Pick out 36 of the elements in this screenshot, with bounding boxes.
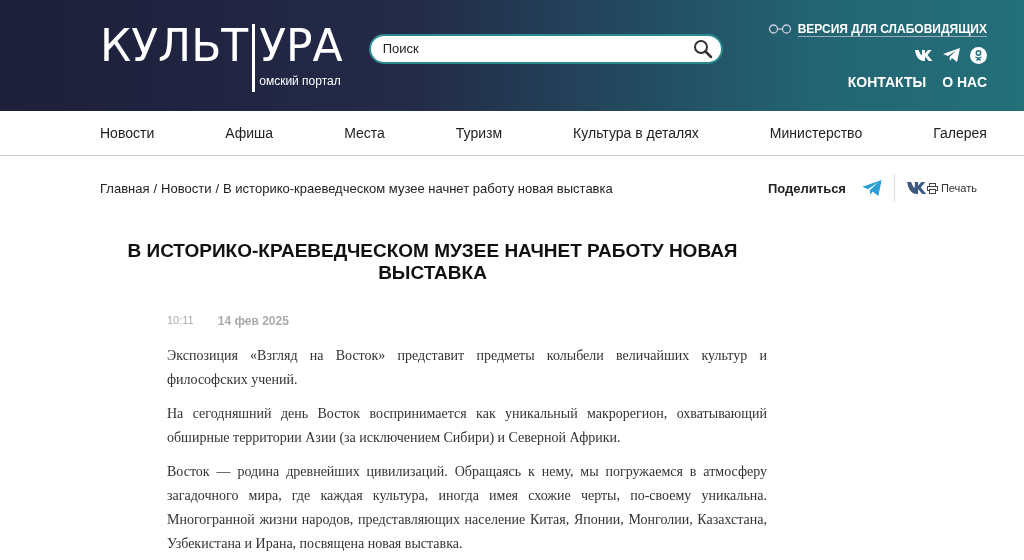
vk-icon[interactable] xyxy=(915,49,933,61)
breadcrumb-separator: / xyxy=(153,180,158,196)
nav-link[interactable]: Новости xyxy=(100,125,155,141)
printer-icon xyxy=(926,182,938,194)
nav-link[interactable]: Галерея xyxy=(933,125,987,141)
search-field[interactable]: Поиск xyxy=(368,33,723,64)
article-paragraph: На сегодняшний день Восток воспринимается как уникальный макрорегион, охватывающий обширные территории Азии (за исключением Сибири) и Северной Африки. xyxy=(167,405,767,447)
glasses-icon xyxy=(767,24,792,34)
article-title: В ИСТОРИКО-КРАЕВЕДЧЕСКОМ МУЗЕЕ НАЧНЕТ РАБОТУ НОВАЯ ВЫСТАВКА xyxy=(126,240,739,284)
breadcrumb-separator: / xyxy=(215,180,220,196)
breadcrumb-link[interactable]: Новости xyxy=(161,180,212,196)
article-paragraph: Восток — родина древнейших цивилизаций. Обращаясь к нему, мы погружаемся в атмосферу загадочного мира, где каждая культура, иногда имея схожие черты, по-своему уникальна. Многогранной жизни народов, представляющих население Китая, Японии, Монголии, Казахстана, Узбекистана и Ирана, посвящена новая выставка. xyxy=(167,463,767,553)
nav-link[interactable]: Афиша xyxy=(225,125,274,141)
telegram-icon[interactable] xyxy=(943,48,960,62)
breadcrumb-link[interactable]: Главная xyxy=(100,180,150,196)
vk-icon[interactable] xyxy=(906,182,927,194)
nav-link[interactable]: Туризм xyxy=(455,125,503,141)
share-label: Поделиться xyxy=(767,180,846,196)
header-link[interactable]: О НАС xyxy=(942,73,987,90)
search-icon[interactable] xyxy=(692,38,713,59)
nav-link[interactable]: Места xyxy=(344,125,385,141)
telegram-icon[interactable] xyxy=(861,180,882,196)
breadcrumb-current: В историко-краеведческом музее начнет работу новая выставка xyxy=(223,180,613,196)
odnoklassniki-icon[interactable] xyxy=(970,46,987,64)
nav-link[interactable]: Министерство xyxy=(769,125,863,141)
print-link[interactable]: Печать xyxy=(926,182,977,194)
logo-text[interactable]: КУЛЬТ xyxy=(100,19,249,72)
header-link[interactable]: КОНТАКТЫ xyxy=(847,73,927,90)
article-paragraph: Экспозиция «Взгляд на Восток» представит предметы колыбели величайших культур и философских учений. xyxy=(167,347,767,389)
nav-link[interactable]: Культура в деталях xyxy=(573,125,699,141)
accessibility-link[interactable]: ВЕРСИЯ ДЛЯ СЛАБОВИДЯЩИХ xyxy=(797,21,987,37)
logo-subtitle: омский портал xyxy=(259,73,342,88)
logo-text[interactable]: УРА xyxy=(259,19,343,72)
logo-divider xyxy=(252,23,256,92)
article-date: 14 фев 2025 xyxy=(217,314,289,328)
article-time: 10:11 xyxy=(167,314,194,328)
